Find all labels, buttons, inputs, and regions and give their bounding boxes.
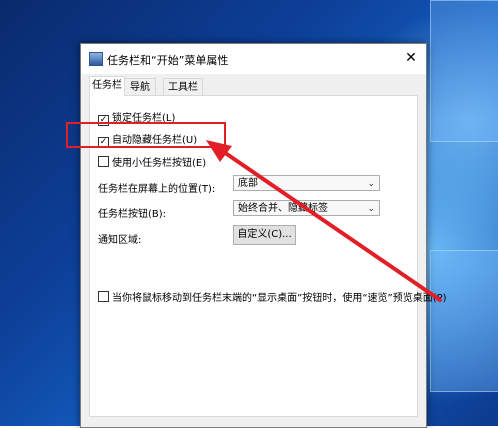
annotation-arrow — [206, 140, 442, 302]
tab-taskbar[interactable]: 任务栏 — [89, 76, 125, 97]
